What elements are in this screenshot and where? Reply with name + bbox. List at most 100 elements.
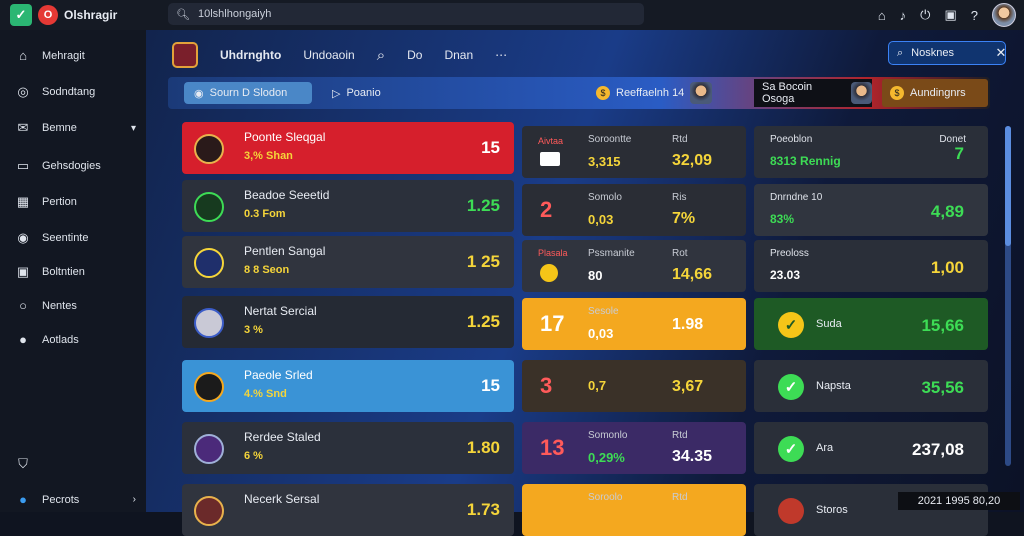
- match-row-6[interactable]: Rerdee Staled 6 % 1.80: [182, 422, 514, 474]
- odds-value[interactable]: 1.73: [467, 500, 500, 520]
- clock-icon: ○: [19, 298, 27, 313]
- grid-icon: ▦: [16, 194, 30, 209]
- stat-card-1[interactable]: Aivtaa Soroontte 3,315 Rtd 32,09: [522, 126, 746, 178]
- stat-value: 34.35: [672, 448, 713, 465]
- stat-card-5[interactable]: 3 0,7 3,67: [522, 360, 746, 412]
- result-label: Suda: [816, 318, 842, 330]
- stat-head: Soroontte: [588, 134, 632, 145]
- sidebar-item-6[interactable]: ◉ Seentinte: [16, 230, 136, 246]
- result-card-4[interactable]: ✓ Suda 15,66: [754, 298, 988, 350]
- match-row-2[interactable]: Beadoe Seeetid 0.3 Fom 1.25: [182, 180, 514, 232]
- stat-card-4[interactable]: 17 Sesole 0,03 1.98: [522, 298, 746, 350]
- stat-rank: 3: [540, 373, 553, 398]
- sidebar-item-label: Mehragit: [42, 49, 85, 62]
- stat-value: 3,315: [588, 154, 621, 169]
- odds-value[interactable]: 1.25: [467, 196, 500, 216]
- home-icon[interactable]: ⌂: [878, 8, 886, 23]
- auto-label: Aundingnrs: [910, 87, 966, 99]
- sidebar-item-label: Nentes: [42, 299, 77, 312]
- tab-second[interactable]: ▷ Poanio: [332, 82, 381, 104]
- team-stat: 4.% Snd: [244, 388, 287, 400]
- tab-icon: ◉: [194, 87, 204, 100]
- shield-button[interactable]: ⛉: [16, 456, 136, 472]
- team-stat: 3,% Shan: [244, 150, 293, 162]
- bookmark-icon: ▣: [16, 264, 30, 279]
- header-item-b[interactable]: Dnan: [444, 48, 473, 62]
- scrollbar-thumb[interactable]: [1005, 126, 1011, 246]
- sidebar-item-3[interactable]: ✉ Bemne ▾: [16, 120, 136, 136]
- stat-card-7[interactable]: Soroolo Rtd: [522, 484, 746, 536]
- match-row-1[interactable]: Poonte Sleqgal 3,% Shan 15: [182, 122, 514, 174]
- result-card-3[interactable]: Preoloss 23.03 1,00: [754, 240, 988, 292]
- search-icon[interactable]: ⌕: [377, 47, 385, 64]
- stat-card-3[interactable]: Plasala Pssmanite 80 Rot 14,66: [522, 240, 746, 292]
- stat-head: Somolo: [588, 192, 622, 203]
- team-name: Poonte Sleqgal: [244, 130, 326, 144]
- power-icon[interactable]: ⏻: [920, 7, 930, 23]
- result-card-6[interactable]: ✓ Ara 237,08: [754, 422, 988, 474]
- group-button[interactable]: Sa Bocoin Osoga: [754, 79, 872, 107]
- result-value: 8313 Rennig: [770, 154, 841, 168]
- odds-value[interactable]: 15: [481, 138, 500, 158]
- play-icon: ▷: [332, 87, 341, 100]
- stat-card-6[interactable]: 13 Somonlo 0,29% Rtd 34.35: [522, 422, 746, 474]
- stat-value: 1.98: [672, 316, 704, 333]
- odds-value[interactable]: 1 25: [467, 252, 500, 272]
- brand[interactable]: ✓ O Olshragir: [10, 4, 117, 26]
- window-icon[interactable]: ▣: [944, 7, 956, 23]
- result-card-5[interactable]: ✓ Napsta 35,56: [754, 360, 988, 412]
- team-stat: 3 %: [244, 324, 263, 336]
- player-avatar: [690, 82, 713, 104]
- team-badge-icon: [194, 372, 224, 402]
- stat-head: Ris: [672, 192, 687, 203]
- info-icon: ●: [19, 332, 27, 347]
- sidebar-item-1[interactable]: ⌂ Mehragit: [16, 48, 136, 63]
- home-icon: ⌂: [19, 48, 27, 63]
- odds-value[interactable]: 1.25: [467, 312, 500, 332]
- result-big: 15,66: [921, 316, 964, 335]
- bell-icon[interactable]: ♪: [900, 8, 907, 23]
- sidebar-item-7[interactable]: ▣ Boltntien: [16, 264, 136, 280]
- result-card-1[interactable]: Poeoblon 8313 Rennig Donet 7: [754, 126, 988, 178]
- main-panel: Uhdrnghto Undoaoin ⌕ Do Dnan ⋯ ⌕ Nosknes…: [146, 30, 1024, 536]
- page-title: Uhdrnghto: [220, 48, 282, 62]
- match-row-3[interactable]: Pentlen Sangal 8 8 Seon 1 25: [182, 236, 514, 288]
- team-name: Nertat Sercial: [244, 304, 317, 318]
- stat-card-2[interactable]: 2 Somolo 0,03 Ris 7%: [522, 184, 746, 236]
- stat-value: 14,66: [672, 266, 713, 283]
- sidebar-item-2[interactable]: ◎ Sodndtang: [16, 84, 136, 100]
- match-row-5[interactable]: Paeole Srled 4.% Snd 15: [182, 360, 514, 412]
- team-badge-icon: [194, 192, 224, 222]
- match-row-4[interactable]: Nertat Sercial 3 % 1.25: [182, 296, 514, 348]
- result-card-2[interactable]: Dnrndne 10 83% 4,89: [754, 184, 988, 236]
- close-icon[interactable]: ✕: [988, 41, 1014, 65]
- result-head: Poeoblon: [770, 134, 813, 145]
- shield-icon: ⛉: [18, 456, 28, 471]
- header-item-a[interactable]: Do: [407, 48, 422, 62]
- tab-active[interactable]: ◉ Sourn D Slodon: [184, 82, 312, 104]
- more-icon[interactable]: ⋯: [495, 48, 507, 62]
- top-icons: ⌂ ♪ ⏻ ▣ ?: [878, 3, 1016, 27]
- sidebar-item-9[interactable]: ● Aotlads: [16, 332, 136, 347]
- brand-logo-icon: O: [38, 5, 58, 25]
- team-badge-icon: [194, 496, 224, 526]
- sidebar-footer[interactable]: ● Pecrots ›: [16, 492, 136, 507]
- folder-icon: ▭: [16, 158, 30, 173]
- stat-head: Sesole: [588, 306, 619, 317]
- promo-banner[interactable]: $ Reeffaelnh 14: [596, 82, 713, 104]
- sidebar-item-8[interactable]: ○ Nentes: [16, 298, 136, 313]
- avatar[interactable]: [992, 3, 1016, 27]
- app-logo-icon: ✓: [10, 4, 32, 26]
- help-icon[interactable]: ?: [971, 8, 978, 23]
- search-input[interactable]: 🔍︎ 10lshlhongaiyh: [168, 3, 644, 25]
- auto-button[interactable]: $ Aundingnrs: [882, 79, 988, 107]
- shield-icon: [540, 264, 558, 282]
- tab-label: Poanio: [346, 87, 381, 99]
- match-row-7[interactable]: Necerk Sersal 1.73: [182, 484, 514, 536]
- header-link[interactable]: Undoaoin: [303, 48, 354, 62]
- search-icon: ⌕: [897, 46, 904, 59]
- sidebar-item-4[interactable]: ▭ Gehsdogies: [16, 158, 136, 174]
- odds-value[interactable]: 15: [481, 376, 500, 396]
- odds-value[interactable]: 1.80: [467, 438, 500, 458]
- sidebar-item-5[interactable]: ▦ Pertion: [16, 194, 136, 210]
